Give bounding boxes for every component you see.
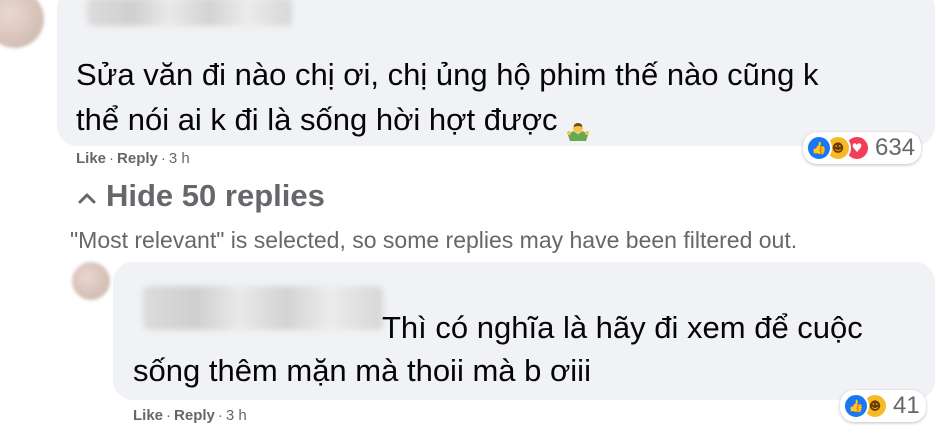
reply-text-line-1: Thì có nghĩa là hãy đi xem để cuộc bbox=[382, 310, 863, 345]
comment-text-line-1: Sửa văn đi nào chị ơi, chị ủng hộ phim t… bbox=[76, 57, 819, 92]
replier-name-blurred[interactable] bbox=[143, 286, 383, 330]
commenter-avatar[interactable] bbox=[0, 0, 44, 48]
reply-timestamp[interactable]: 3 h bbox=[226, 407, 247, 424]
separator-dot: · bbox=[217, 407, 223, 424]
reply-text-line-2: sống thêm mặn mà thoii mà b ơiii bbox=[133, 353, 591, 388]
comment-text-line-2: thể nói ai k đi là sống hời hợt được bbox=[76, 97, 590, 142]
comment-reaction-count: 634 bbox=[875, 134, 916, 161]
replier-avatar[interactable] bbox=[72, 262, 110, 300]
like-reaction-icon: 👍 bbox=[806, 135, 832, 161]
person-shrugging-emoji-icon bbox=[566, 110, 590, 141]
comment-timestamp[interactable]: 3 h bbox=[169, 150, 190, 167]
like-reaction-icon: 👍 bbox=[843, 393, 869, 419]
comment-text-line-2-content: thể nói ai k đi là sống hời hợt được bbox=[76, 102, 558, 137]
reply-reactions[interactable]: 👍 ☻ 41 bbox=[840, 390, 926, 422]
comment-actions: Like · Reply · 3 h bbox=[76, 150, 190, 167]
comment-reactions[interactable]: 👍 ☻ ♥ 634 bbox=[803, 132, 922, 164]
hide-replies-button[interactable]: Hide 50 replies bbox=[78, 178, 325, 214]
reply-actions: Like · Reply · 3 h bbox=[133, 407, 247, 424]
comment-like-link[interactable]: Like bbox=[76, 150, 106, 167]
filter-note: "Most relevant" is selected, so some rep… bbox=[70, 227, 798, 253]
reply-like-link[interactable]: Like bbox=[133, 407, 163, 424]
chevron-up-icon bbox=[78, 180, 96, 211]
hide-replies-label: Hide 50 replies bbox=[106, 178, 325, 213]
comment-reply-link[interactable]: Reply bbox=[117, 150, 158, 167]
reply-reaction-count: 41 bbox=[893, 392, 920, 419]
separator-dot: · bbox=[160, 150, 166, 167]
reply-reply-link[interactable]: Reply bbox=[174, 407, 215, 424]
commenter-name-blurred[interactable] bbox=[87, 0, 292, 26]
separator-dot: · bbox=[166, 407, 172, 424]
separator-dot: · bbox=[109, 150, 115, 167]
